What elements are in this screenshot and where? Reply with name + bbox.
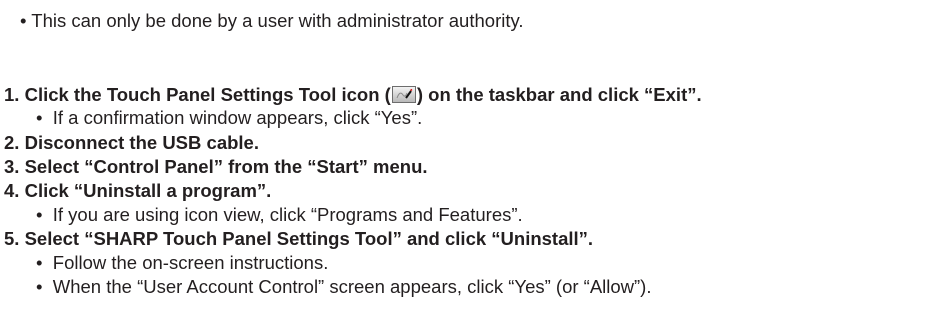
bullet-text: If a confirmation window appears, click … <box>52 107 423 128</box>
step-text: Click “Uninstall a program”. <box>24 180 272 201</box>
step-number: 5. <box>4 228 20 249</box>
step-text-before-icon: Click the Touch Panel Settings Tool icon… <box>24 84 391 105</box>
bullet-glyph: • <box>36 204 43 225</box>
bullet-glyph: • <box>36 107 43 128</box>
step-text: Select “Control Panel” from the “Start” … <box>24 156 428 177</box>
step-5-bullet-1: • Follow the on-screen instructions. <box>36 252 328 274</box>
touch-panel-settings-tool-icon <box>391 86 416 103</box>
step-2: 2. Disconnect the USB cable. <box>4 132 259 154</box>
bullet-glyph: • <box>36 252 43 273</box>
bullet-text: Follow the on-screen instructions. <box>52 252 329 273</box>
bullet-text: If you are using icon view, click “Progr… <box>52 204 523 225</box>
admin-note: • This can only be done by a user with a… <box>20 10 524 31</box>
step-1-bullet-1: • If a confirmation window appears, clic… <box>36 107 422 129</box>
bullet-glyph: • <box>36 276 43 297</box>
step-number: 2. <box>4 132 20 153</box>
step-5: 5. Select “SHARP Touch Panel Settings To… <box>4 228 593 250</box>
step-4: 4. Click “Uninstall a program”. <box>4 180 271 202</box>
step-3: 3. Select “Control Panel” from the “Star… <box>4 156 428 178</box>
step-text: Disconnect the USB cable. <box>24 132 259 153</box>
bullet-text: When the “User Account Control” screen a… <box>52 276 652 297</box>
step-number: 4. <box>4 180 20 201</box>
step-1: 1. Click the Touch Panel Settings Tool i… <box>4 84 702 106</box>
step-text-after-icon: ) on the taskbar and click “Exit”. <box>416 84 702 105</box>
step-text: Select “SHARP Touch Panel Settings Tool”… <box>24 228 594 249</box>
step-5-bullet-2: • When the “User Account Control” screen… <box>36 276 652 298</box>
step-number: 1. <box>4 84 20 105</box>
step-number: 3. <box>4 156 20 177</box>
step-4-bullet-1: • If you are using icon view, click “Pro… <box>36 204 523 226</box>
